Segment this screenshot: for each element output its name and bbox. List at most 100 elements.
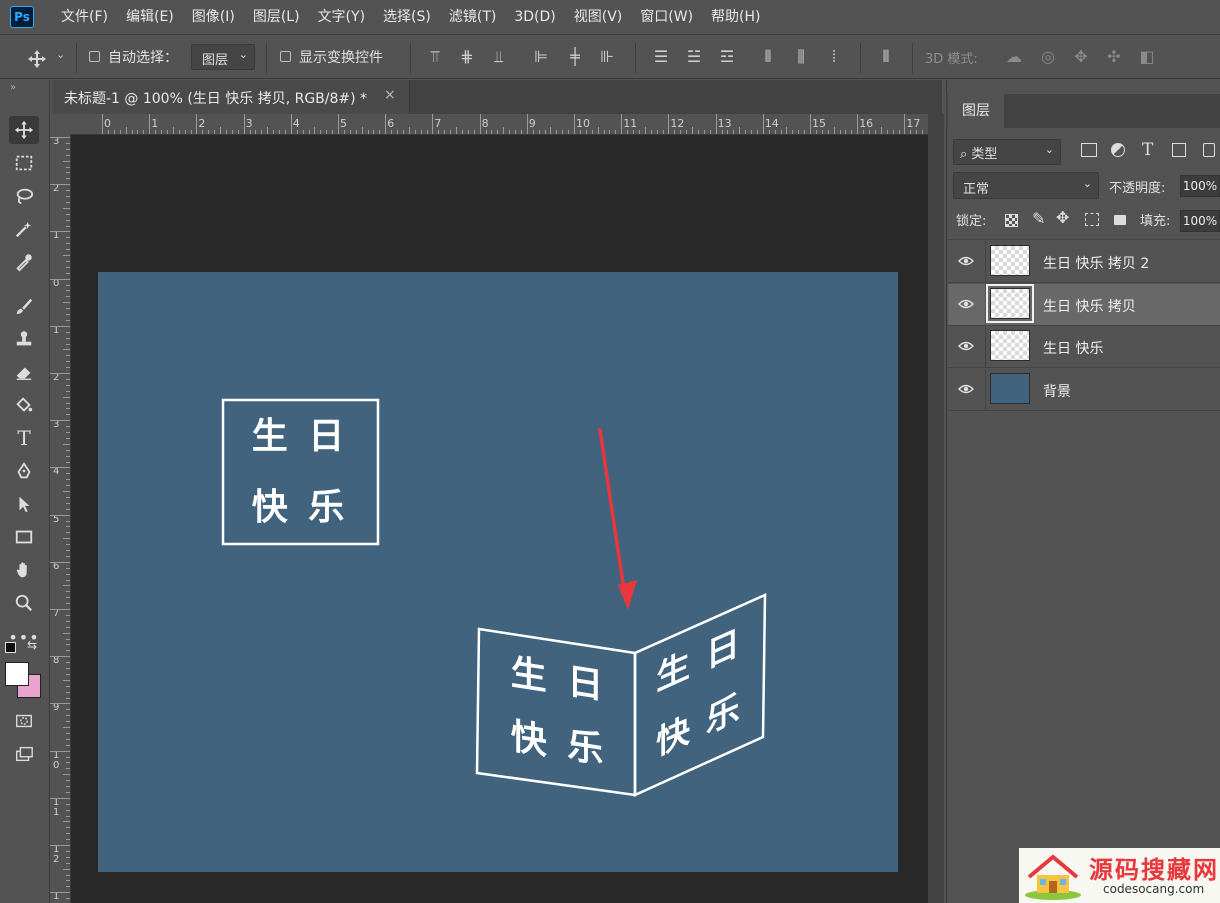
distribute-bottom-icon[interactable]: ☲ bbox=[716, 47, 738, 66]
distribute-vcenter-icon[interactable]: ☱ bbox=[683, 47, 705, 66]
align-left-icon[interactable]: ⊫ bbox=[530, 47, 552, 66]
filter-shape-icon[interactable] bbox=[1172, 143, 1186, 157]
fill-input[interactable]: 100% bbox=[1180, 210, 1220, 232]
menu-edit[interactable]: 编辑(E) bbox=[117, 0, 183, 34]
ruler-tick bbox=[261, 130, 263, 134]
ruler-tick bbox=[361, 127, 363, 134]
ruler-tick bbox=[343, 130, 345, 134]
eraser-icon bbox=[16, 367, 32, 380]
visibility-eye-icon[interactable] bbox=[958, 297, 974, 311]
move-icon bbox=[14, 120, 34, 140]
menu-filter[interactable]: 滤镜(T) bbox=[440, 0, 505, 34]
brush-tool[interactable] bbox=[9, 292, 39, 320]
auto-select-checkbox[interactable] bbox=[89, 51, 100, 62]
filter-pixel-icon[interactable] bbox=[1081, 143, 1097, 157]
filter-adjustment-icon[interactable] bbox=[1111, 143, 1125, 157]
document-canvas[interactable]: 生 日 快 乐 生 日 快 乐 生 日 快 乐 bbox=[98, 272, 898, 872]
ruler-label: 1 bbox=[53, 891, 60, 903]
ruler-tick bbox=[66, 898, 70, 900]
tab-layers[interactable]: 图层 bbox=[948, 94, 1004, 128]
hand-tool[interactable] bbox=[9, 556, 39, 584]
move-tool-preset-picker[interactable]: ⌄ bbox=[26, 45, 66, 71]
screen-mode-button[interactable] bbox=[9, 740, 39, 768]
lock-transparent-icon[interactable] bbox=[1005, 214, 1018, 227]
align-vcenter-icon[interactable]: ⋕ bbox=[456, 47, 478, 66]
ruler-tick bbox=[839, 130, 841, 134]
filter-smart-object-icon[interactable] bbox=[1203, 143, 1215, 157]
align-bottom-icon[interactable]: ⫫ bbox=[488, 47, 510, 67]
eyedropper-tool[interactable] bbox=[9, 248, 39, 276]
layer-filter-dropdown[interactable]: ⌕ 类型 ⌄ bbox=[953, 139, 1061, 165]
filter-type-icon[interactable]: T bbox=[1142, 140, 1153, 160]
document-tab[interactable]: 未标题-1 @ 100% (生日 快乐 拷贝, RGB/8#) * bbox=[52, 80, 410, 114]
ruler-tick bbox=[66, 308, 70, 310]
quick-mask-button[interactable] bbox=[9, 707, 39, 735]
layer-row[interactable]: 背景 bbox=[948, 369, 1220, 411]
eraser-tool[interactable] bbox=[9, 358, 39, 386]
foreground-color-swatch[interactable] bbox=[5, 662, 29, 686]
menu-view[interactable]: 视图(V) bbox=[565, 0, 632, 34]
horizontal-ruler[interactable]: 0 1 2 3 4 5 6 7 8 9 10 11 12 13 14 15 16 17 bbox=[50, 114, 928, 135]
type-tool[interactable]: T bbox=[9, 424, 39, 452]
lasso-tool[interactable] bbox=[9, 182, 39, 210]
vertical-ruler[interactable]: 32101234567891011121 bbox=[50, 134, 71, 903]
auto-select-target-dropdown[interactable]: 图层 ⌄ bbox=[191, 44, 255, 70]
menu-type[interactable]: 文字(Y) bbox=[309, 0, 374, 34]
rectangle-tool[interactable] bbox=[9, 523, 39, 551]
layer-row[interactable]: 生日 快乐 拷贝 2 bbox=[948, 241, 1220, 283]
zoom-tool[interactable] bbox=[9, 589, 39, 617]
marquee-tool[interactable] bbox=[9, 149, 39, 177]
menu-window[interactable]: 窗口(W) bbox=[631, 0, 702, 34]
vertical-scrollbar[interactable] bbox=[928, 114, 944, 903]
menu-image[interactable]: 图像(I) bbox=[183, 0, 244, 34]
path-selection-tool[interactable] bbox=[9, 490, 39, 518]
move-tool[interactable] bbox=[9, 116, 39, 144]
auto-align-layers-icon[interactable]: ⫴ bbox=[875, 47, 897, 67]
distribute-hcenter-icon[interactable]: ⫼ bbox=[790, 47, 812, 67]
visibility-eye-icon[interactable] bbox=[958, 339, 974, 353]
visibility-eye-icon[interactable] bbox=[958, 382, 974, 396]
menu-select[interactable]: 选择(S) bbox=[374, 0, 440, 34]
stamp-tool[interactable] bbox=[9, 325, 39, 353]
ruler-tick bbox=[50, 845, 70, 846]
align-right-icon[interactable]: ⊪ bbox=[596, 47, 618, 66]
ruler-tick bbox=[143, 130, 145, 134]
distribute-top-icon[interactable]: ☰ bbox=[650, 47, 672, 66]
lock-all-icon[interactable] bbox=[1114, 215, 1126, 225]
lock-position-icon[interactable]: ✥ bbox=[1056, 208, 1069, 227]
ruler-tick bbox=[66, 219, 70, 221]
align-hcenter-icon[interactable]: ╪ bbox=[564, 47, 586, 66]
lock-pixels-icon[interactable]: ✎ bbox=[1032, 209, 1045, 228]
ruler-tick bbox=[66, 384, 70, 386]
lock-artboard-icon[interactable] bbox=[1085, 213, 1099, 226]
collapse-arrows-icon[interactable]: » bbox=[10, 82, 16, 93]
ruler-tick bbox=[538, 130, 540, 134]
lasso-icon bbox=[16, 188, 34, 205]
ruler-tick bbox=[609, 130, 611, 134]
layer-name: 背景 bbox=[1043, 384, 1071, 400]
visibility-eye-icon[interactable] bbox=[958, 254, 974, 268]
close-icon[interactable]: × bbox=[384, 87, 396, 103]
ruler-tick bbox=[279, 130, 280, 134]
layer-row[interactable]: 生日 快乐 bbox=[948, 326, 1220, 368]
menu-help[interactable]: 帮助(H) bbox=[702, 0, 769, 34]
blend-mode-dropdown[interactable]: 正常 ⌄ bbox=[953, 172, 1099, 199]
ruler-tick bbox=[66, 839, 70, 841]
distribute-right-icon[interactable]: ⦙ bbox=[823, 47, 845, 67]
menu-3d[interactable]: 3D(D) bbox=[505, 0, 564, 34]
magic-wand-tool[interactable] bbox=[9, 215, 39, 243]
menu-layer[interactable]: 图层(L) bbox=[244, 0, 309, 34]
ruler-tick bbox=[66, 201, 70, 203]
menu-file[interactable]: 文件(F) bbox=[52, 0, 117, 34]
swap-colors-icon[interactable]: ⇆ bbox=[27, 638, 37, 652]
paint-bucket-tool[interactable] bbox=[9, 391, 39, 419]
pen-tool[interactable] bbox=[9, 457, 39, 485]
opacity-input[interactable]: 100% bbox=[1180, 175, 1220, 197]
default-colors-icon[interactable] bbox=[5, 642, 16, 653]
distribute-left-icon[interactable]: ⦀ bbox=[757, 47, 779, 67]
ruler-tick bbox=[780, 130, 782, 134]
ruler-tick bbox=[715, 114, 717, 134]
layer-row-selected[interactable]: 生日 快乐 拷贝 bbox=[948, 284, 1220, 326]
show-transform-checkbox[interactable] bbox=[280, 51, 291, 62]
align-top-icon[interactable]: ⫪ bbox=[424, 47, 446, 67]
